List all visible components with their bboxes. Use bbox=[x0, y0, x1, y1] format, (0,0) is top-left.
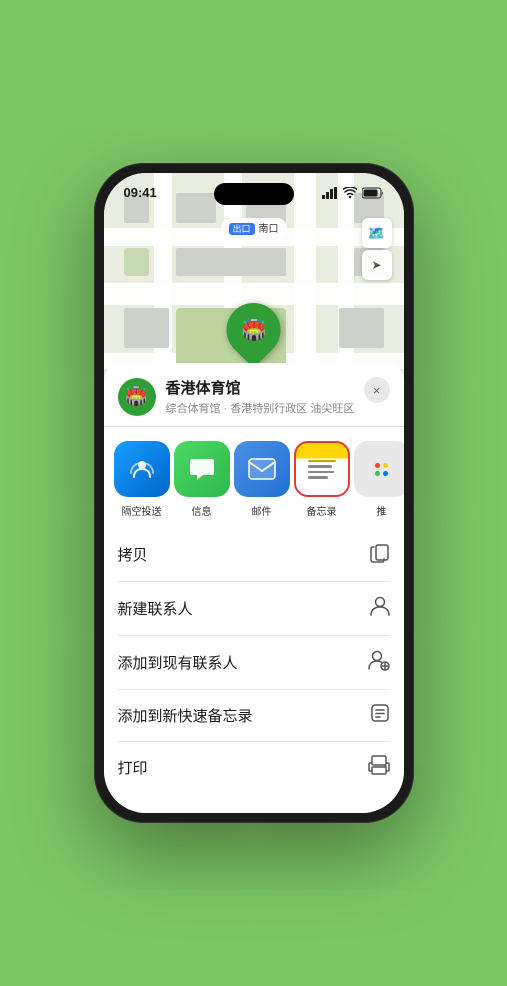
phone-screen: 09:41 bbox=[104, 173, 404, 813]
airdrop-icon-wrap bbox=[114, 441, 170, 497]
mail-label: 邮件 bbox=[252, 503, 272, 518]
venue-subtitle: 综合体育馆 · 香港特别行政区 油尖旺区 bbox=[166, 400, 390, 416]
venue-info: 香港体育馆 综合体育馆 · 香港特别行政区 油尖旺区 bbox=[166, 377, 390, 416]
battery-icon bbox=[362, 187, 384, 199]
dot-green bbox=[375, 471, 380, 476]
action-list: 拷贝 新建联系人 bbox=[104, 528, 404, 793]
airdrop-label: 隔空投送 bbox=[122, 503, 162, 518]
notes-icon-wrap bbox=[294, 441, 350, 497]
pin-circle: 🏟️ bbox=[215, 292, 291, 368]
mail-icon bbox=[247, 457, 277, 481]
print-label: 打印 bbox=[118, 757, 148, 778]
share-item-mail[interactable]: 邮件 bbox=[234, 441, 290, 518]
note-icon bbox=[370, 703, 390, 728]
more-label: 推 bbox=[377, 503, 387, 518]
person-add-icon bbox=[368, 649, 390, 676]
share-item-more[interactable]: 推 bbox=[354, 441, 404, 518]
new-contact-label: 新建联系人 bbox=[118, 598, 193, 619]
share-item-messages[interactable]: 信息 bbox=[174, 441, 230, 518]
map-south-exit-label: 出口南口 bbox=[220, 218, 286, 237]
messages-icon bbox=[187, 454, 217, 484]
dot-yellow bbox=[383, 463, 388, 468]
action-copy[interactable]: 拷贝 bbox=[118, 528, 390, 582]
action-add-notes[interactable]: 添加到新快速备忘录 bbox=[118, 690, 390, 742]
person-icon bbox=[370, 595, 390, 622]
add-existing-label: 添加到现有联系人 bbox=[118, 652, 238, 673]
messages-icon-wrap bbox=[174, 441, 230, 497]
location-button[interactable]: ➤ bbox=[362, 250, 392, 280]
copy-label: 拷贝 bbox=[118, 544, 148, 565]
more-icon-wrap bbox=[354, 441, 404, 497]
notes-lines bbox=[302, 454, 342, 485]
more-dots-row1 bbox=[375, 463, 388, 468]
messages-label: 信息 bbox=[192, 503, 212, 518]
venue-header: 🏟️ 香港体育馆 综合体育馆 · 香港特别行政区 油尖旺区 × bbox=[104, 363, 404, 427]
dot-blue bbox=[383, 471, 388, 476]
wifi-icon bbox=[343, 187, 357, 199]
status-time: 09:41 bbox=[124, 185, 157, 200]
venue-icon: 🏟️ bbox=[118, 378, 156, 416]
share-item-notes[interactable]: 备忘录 bbox=[294, 441, 350, 518]
copy-icon bbox=[370, 541, 390, 568]
dynamic-island bbox=[214, 183, 294, 205]
dot-red bbox=[375, 463, 380, 468]
mail-icon-wrap bbox=[234, 441, 290, 497]
action-add-existing[interactable]: 添加到现有联系人 bbox=[118, 636, 390, 690]
status-icons bbox=[322, 187, 384, 199]
add-notes-label: 添加到新快速备忘录 bbox=[118, 705, 253, 726]
more-dots-row2 bbox=[375, 471, 388, 476]
phone-frame: 09:41 bbox=[94, 163, 414, 823]
action-new-contact[interactable]: 新建联系人 bbox=[118, 582, 390, 636]
print-icon bbox=[368, 755, 390, 780]
map-view-button[interactable]: 🗺️ bbox=[362, 218, 392, 248]
close-button[interactable]: × bbox=[364, 377, 390, 403]
share-item-airdrop[interactable]: 隔空投送 bbox=[114, 441, 170, 518]
notes-label: 备忘录 bbox=[307, 503, 337, 518]
airdrop-icon bbox=[128, 455, 156, 483]
action-print[interactable]: 打印 bbox=[118, 742, 390, 793]
map-controls[interactable]: 🗺️ ➤ bbox=[362, 218, 392, 280]
signal-icon bbox=[322, 187, 338, 199]
share-row: 隔空投送 信息 bbox=[104, 427, 404, 528]
venue-name: 香港体育馆 bbox=[166, 377, 390, 398]
bottom-sheet: 🏟️ 香港体育馆 综合体育馆 · 香港特别行政区 油尖旺区 × bbox=[104, 363, 404, 813]
